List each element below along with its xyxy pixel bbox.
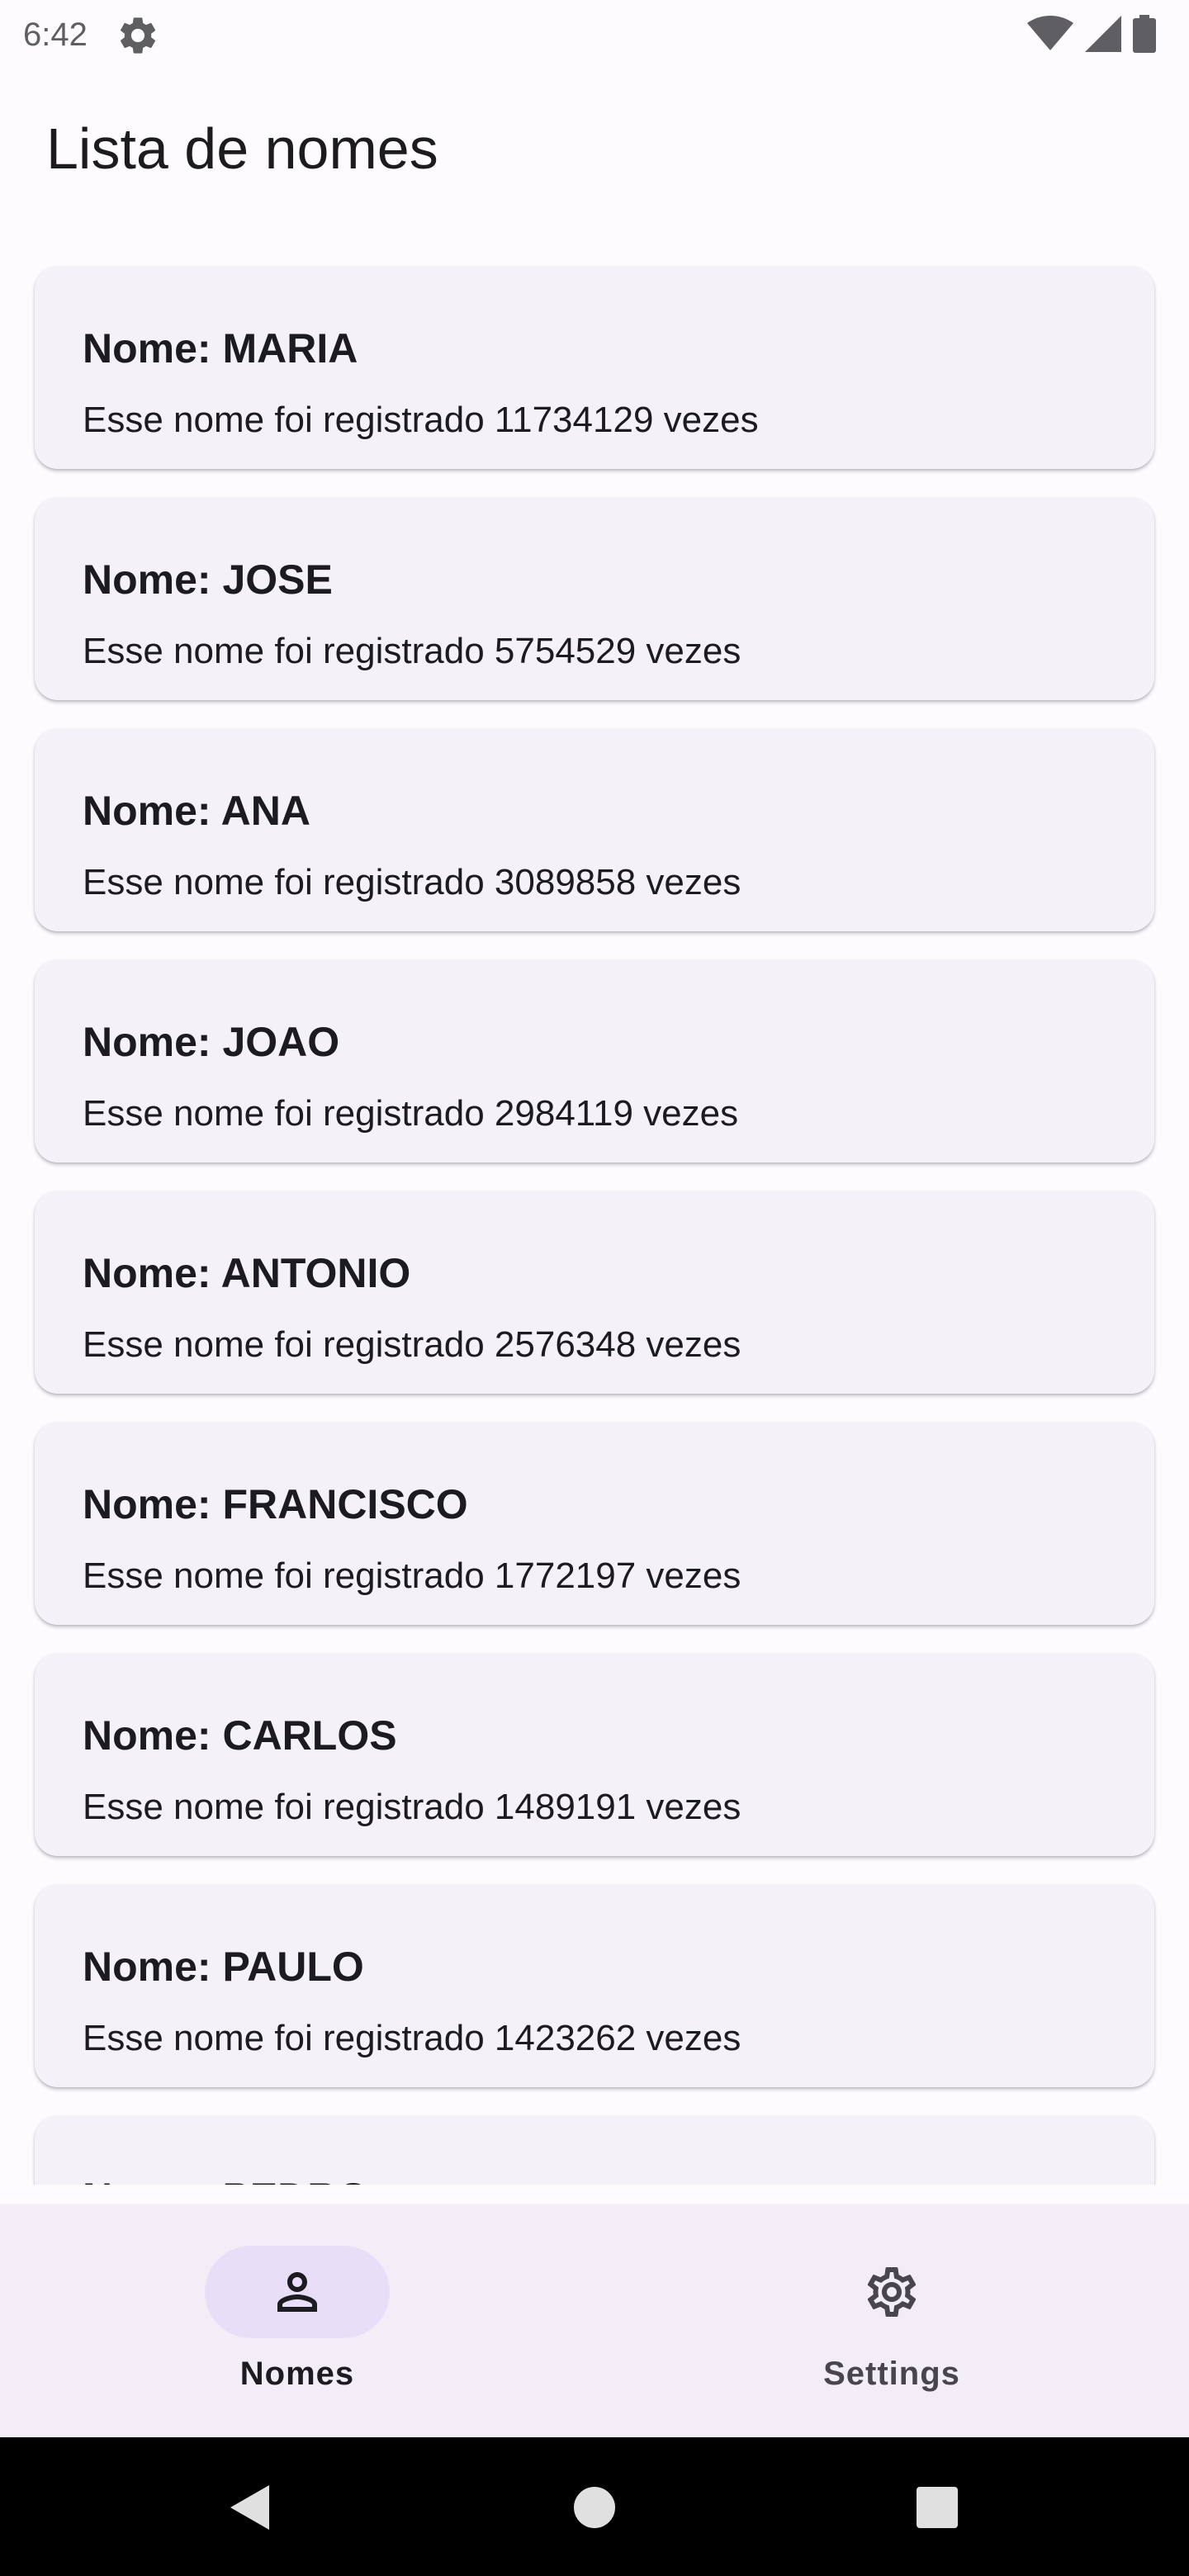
name-card-title: Nome: ANA xyxy=(83,788,310,834)
name-card-title: Nome: MARIA xyxy=(83,325,358,372)
name-card[interactable]: Nome: JOSE Esse nome foi registrado 5754… xyxy=(35,497,1154,700)
name-card-count: Esse nome foi registrado 2984119 vezes xyxy=(83,1093,739,1134)
wifi-icon xyxy=(1027,16,1073,55)
name-card[interactable]: Nome: PAULO Esse nome foi registrado 142… xyxy=(35,1884,1154,2087)
name-card[interactable]: Nome: ANA Esse nome foi registrado 30898… xyxy=(35,728,1154,931)
name-card-title: Nome: PAULO xyxy=(83,1944,364,1990)
nav-item-settings[interactable]: Settings xyxy=(594,2204,1189,2437)
name-card-count: Esse nome foi registrado 3089858 vezes xyxy=(83,862,741,902)
page-title: Lista de nomes xyxy=(46,116,438,181)
name-card-count: Esse nome foi registrado 1489191 vezes xyxy=(83,1787,741,1827)
status-icons xyxy=(1027,15,1156,56)
person-icon xyxy=(268,2262,327,2322)
name-card-count: Esse nome foi registrado 5754529 vezes xyxy=(83,631,741,671)
name-card[interactable]: Nome: ANTONIO Esse nome foi registrado 2… xyxy=(35,1191,1154,1394)
gear-icon xyxy=(862,2262,921,2322)
name-card[interactable]: Nome: JOAO Esse nome foi registrado 2984… xyxy=(35,959,1154,1163)
name-card-count: Esse nome foi registrado 1423262 vezes xyxy=(83,2018,741,2058)
name-card-title: Nome: ANTONIO xyxy=(83,1250,411,1296)
bottom-navigation: Nomes Settings xyxy=(0,2204,1189,2437)
name-card-title: Nome: PEDRO xyxy=(83,2173,369,2185)
cell-signal-icon xyxy=(1085,16,1121,55)
names-list[interactable]: Nome: MARIA Esse nome foi registrado 117… xyxy=(0,248,1189,2185)
system-navigation-bar xyxy=(0,2437,1189,2576)
name-card[interactable]: Nome: PEDRO xyxy=(35,2115,1154,2185)
name-card-count: Esse nome foi registrado 1772197 vezes xyxy=(83,1556,741,1596)
name-card[interactable]: Nome: MARIA Esse nome foi registrado 117… xyxy=(35,266,1154,469)
nav-label-nomes: Nomes xyxy=(239,2356,355,2392)
recents-icon[interactable] xyxy=(892,2462,983,2553)
name-card-title: Nome: JOAO xyxy=(83,1019,340,1065)
name-card-title: Nome: FRANCISCO xyxy=(83,1481,468,1527)
back-icon[interactable] xyxy=(203,2462,294,2553)
name-card-count: Esse nome foi registrado 11734129 vezes xyxy=(83,400,759,440)
name-card-count: Esse nome foi registrado 2576348 vezes xyxy=(83,1324,741,1365)
name-card[interactable]: Nome: CARLOS Esse nome foi registrado 14… xyxy=(35,1653,1154,1856)
settings-gear-icon xyxy=(116,13,160,58)
nav-label-settings: Settings xyxy=(823,2356,960,2392)
home-icon[interactable] xyxy=(549,2462,640,2553)
nav-item-nomes[interactable]: Nomes xyxy=(0,2204,594,2437)
status-bar: 6:42 xyxy=(0,0,1189,69)
name-card-title: Nome: CARLOS xyxy=(83,1712,397,1759)
name-card[interactable]: Nome: FRANCISCO Esse nome foi registrado… xyxy=(35,1422,1154,1625)
name-card-title: Nome: JOSE xyxy=(83,556,333,603)
status-time: 6:42 xyxy=(23,17,88,53)
battery-icon xyxy=(1133,15,1156,56)
